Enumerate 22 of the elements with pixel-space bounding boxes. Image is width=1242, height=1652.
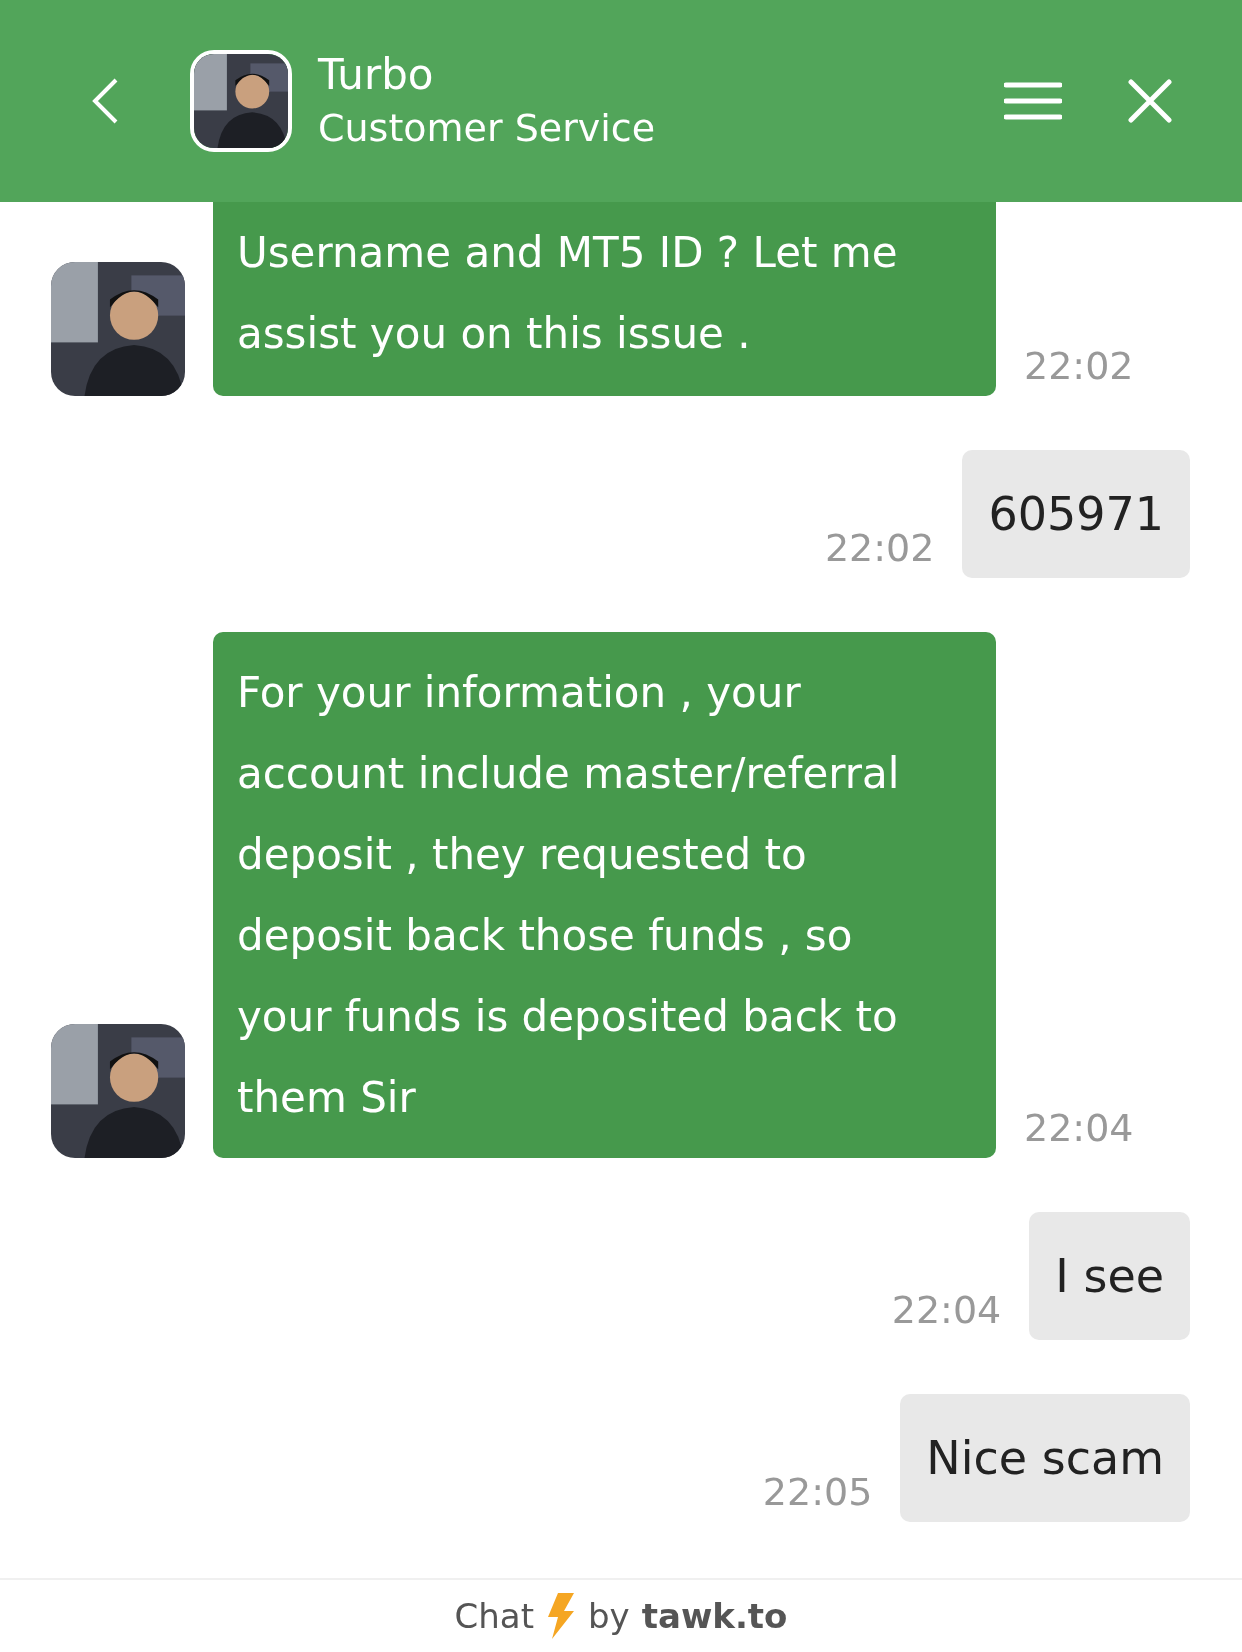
lightning-icon xyxy=(546,1593,576,1639)
footer-label: by xyxy=(588,1596,630,1636)
menu-icon xyxy=(1004,81,1062,121)
message-bubble: 605971 xyxy=(962,450,1190,578)
message-bubble: I see xyxy=(1029,1212,1190,1340)
agent-role: Customer Service xyxy=(318,105,657,152)
message-bubble: Nice scam xyxy=(900,1394,1190,1522)
message-time: 22:05 xyxy=(762,1472,873,1516)
close-icon xyxy=(1128,79,1172,123)
close-button[interactable] xyxy=(1128,79,1172,123)
message-bubble: Username and MT5 ID ? Let me assist you on this issue . xyxy=(213,202,996,396)
back-icon xyxy=(90,77,120,125)
message-time: 22:02 xyxy=(824,528,935,572)
message-time: 22:04 xyxy=(891,1290,1002,1334)
message-bubble: For your information , your account include master/referral deposit , they requested to deposit back those funds , so your funds is deposited back to them Sir xyxy=(213,632,996,1158)
footer-label: Chat xyxy=(454,1596,534,1636)
menu-button[interactable] xyxy=(1004,81,1062,121)
message-time: 22:04 xyxy=(1024,1108,1134,1152)
message-time: 22:02 xyxy=(1024,346,1134,390)
agent-name: Turbo xyxy=(318,49,435,101)
back-button[interactable] xyxy=(90,77,120,125)
brand-link[interactable]: tawk.to xyxy=(641,1596,788,1636)
